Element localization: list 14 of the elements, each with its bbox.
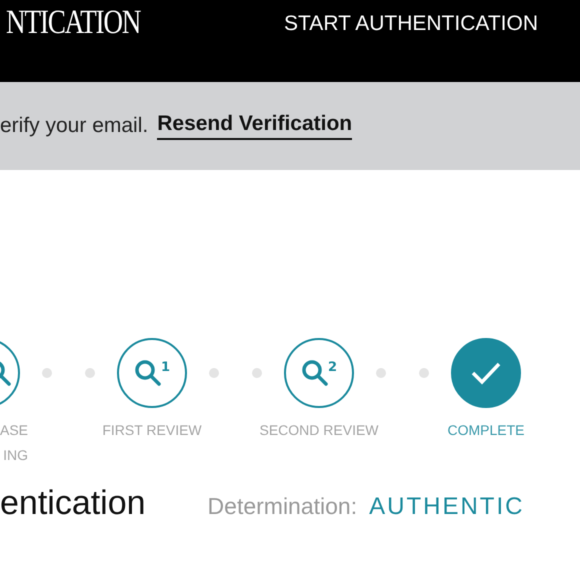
resend-link[interactable]: Resend Verification [157, 112, 352, 140]
step-number: 2 [328, 360, 338, 375]
determination-label: Determination: [208, 493, 358, 520]
step-label: FIRST REVIEW [102, 422, 202, 438]
step-label: SECOND REVIEW [260, 422, 379, 438]
nav-link[interactable]: START AUTHENTICATION [284, 12, 538, 36]
logo: NTICATION [6, 4, 140, 42]
step-label: ASE [0, 422, 28, 438]
banner-message: erify your email. [0, 114, 148, 138]
determination-value: AUTHENTIC [369, 493, 524, 521]
step-number: 1 [160, 360, 170, 375]
step-label: COMPLETE [448, 422, 525, 438]
section-title: entication [0, 484, 146, 523]
step-label: ING [3, 447, 28, 463]
